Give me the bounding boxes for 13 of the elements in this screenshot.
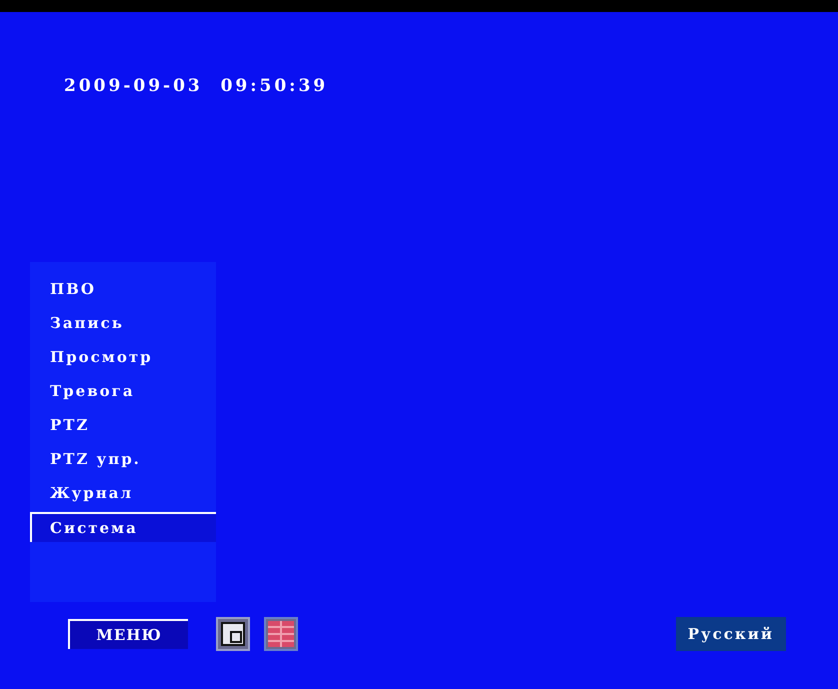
menu-item[interactable]: Система (30, 512, 216, 542)
menu-item[interactable]: Тревога (30, 376, 216, 406)
menu-item[interactable]: Журнал (30, 478, 216, 508)
menu-item[interactable]: ПВО (30, 274, 216, 304)
menu-item[interactable]: PTZ (30, 410, 216, 440)
date-time: 2009-09-03 09:50:39 (64, 76, 328, 96)
language-label[interactable]: Русский (676, 617, 786, 651)
quad-view-button[interactable] (264, 617, 298, 651)
menu-item[interactable]: Просмотр (30, 342, 216, 372)
menu-item[interactable]: Запись (30, 308, 216, 338)
menu-button[interactable]: МЕНЮ (68, 619, 188, 649)
single-view-button[interactable] (216, 617, 250, 651)
menu-item[interactable]: PTZ упр. (30, 444, 216, 474)
